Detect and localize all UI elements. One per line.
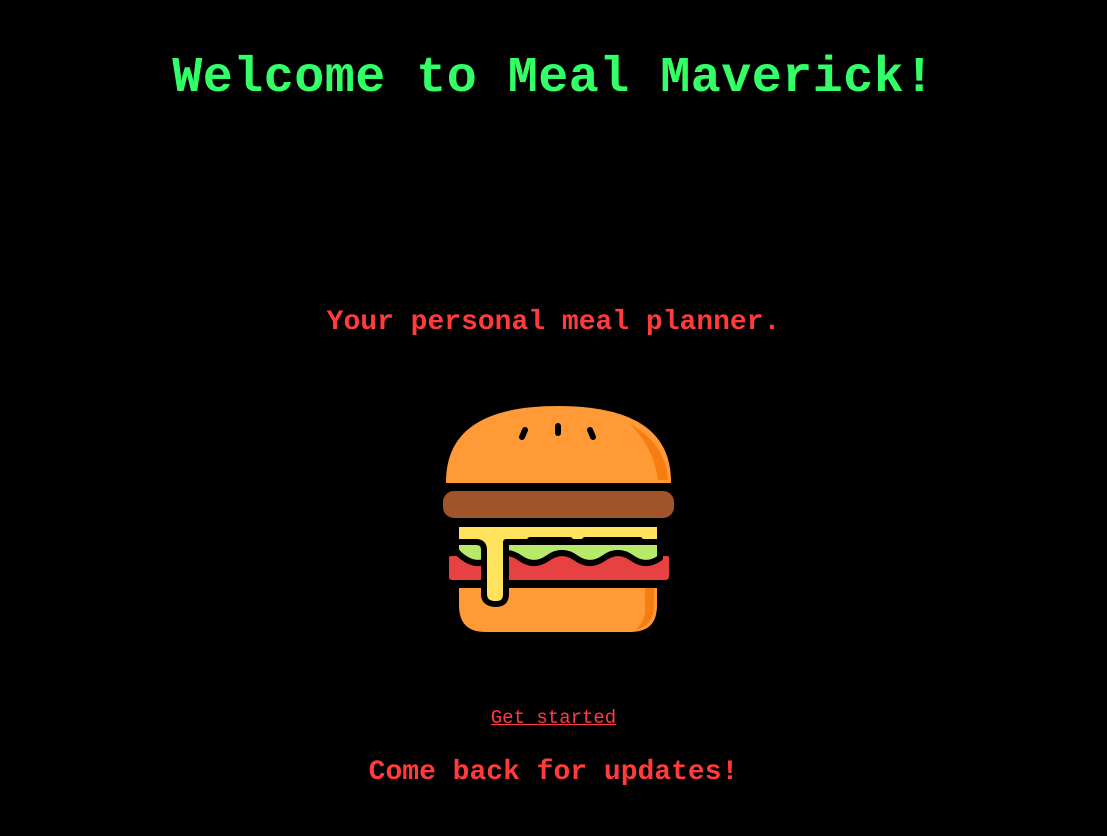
burger-icon	[437, 400, 680, 638]
updates-note: Come back for updates!	[368, 757, 739, 788]
page-title: Welcome to Meal Maverick!	[172, 50, 935, 107]
get-started-link[interactable]: Get started	[491, 707, 616, 729]
patty	[437, 485, 680, 524]
top-bun	[440, 400, 677, 489]
tagline: Your personal meal planner.	[326, 307, 781, 338]
cta-container: Get started	[0, 706, 1107, 730]
